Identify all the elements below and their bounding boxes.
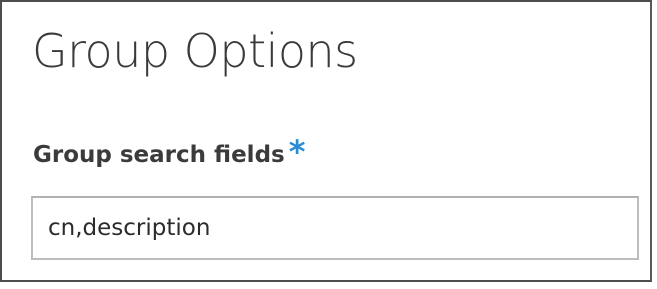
group-search-fields-input[interactable] bbox=[31, 196, 639, 260]
group-search-fields-label-row: Group search fields * bbox=[33, 136, 305, 170]
section-title: Group Options bbox=[32, 24, 358, 78]
group-search-fields-label: Group search fields bbox=[33, 142, 285, 168]
group-options-panel: Group Options Group search fields * bbox=[0, 0, 652, 282]
required-asterisk-icon: * bbox=[288, 133, 306, 171]
